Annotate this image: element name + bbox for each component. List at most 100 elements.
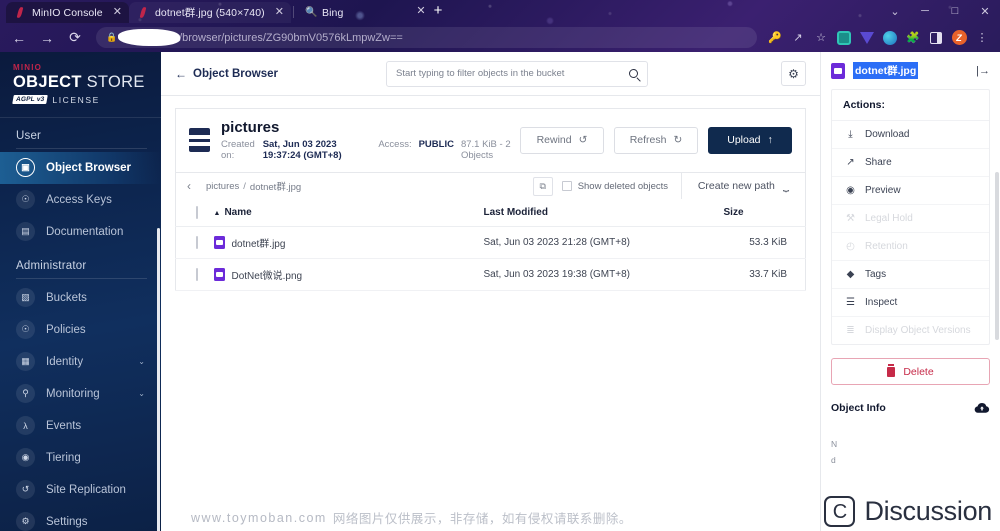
chevron-down-icon[interactable]: ⌄ [138,389,145,398]
discussion-badge-icon: C [824,496,856,527]
profile-chevron-icon[interactable]: ⌄ [880,5,910,18]
key-icon[interactable]: 🔑 [765,28,785,48]
search-input[interactable] [396,68,629,79]
details-scrollbar[interactable] [995,172,999,340]
sidebar-item-documentation[interactable]: ▤ Documentation [0,216,161,248]
checkbox-icon[interactable] [196,206,198,220]
filter-objects-field[interactable] [386,60,648,87]
bucket-meta: Created on: Sat, Jun 03 2023 19:37:24 (G… [221,139,520,161]
side-panel-icon[interactable] [926,28,946,48]
bookmark-star-icon[interactable]: ☆ [811,28,831,48]
table-row[interactable]: dotnet群.jpg Sat, Jun 03 2023 21:28 (GMT+… [175,226,806,260]
sidebar-item-site-replication[interactable]: ↺ Site Replication [0,474,161,506]
action-share[interactable]: ↗ Share [832,149,989,177]
share-icon[interactable]: ↗ [788,28,808,48]
sidebar-item-identity[interactable]: ▦ Identity ⌄ [0,346,161,378]
upload-button[interactable]: Upload ↑ [708,126,792,154]
collapse-panel-icon[interactable]: |→ [976,65,990,77]
bucket-icon [189,128,210,153]
close-icon[interactable]: ✕ [416,6,425,17]
maximize-button[interactable]: □ [940,5,970,17]
reload-icon[interactable]: ⟳ [62,26,88,50]
book-icon: ▤ [16,222,35,242]
bucket-title-block: pictures Created on: Sat, Jun 03 2023 19… [221,119,520,161]
checkbox-icon[interactable] [196,236,198,250]
forward-icon[interactable]: → [34,26,60,50]
object-info-line [831,422,990,437]
object-info-line: N [831,439,838,450]
sidebar-item-object-browser[interactable]: ▣ Object Browser [0,151,161,184]
file-icon [213,268,225,282]
chevron-down-icon[interactable]: ⌄ [138,357,145,366]
sidebar-item-tiering[interactable]: ◉ Tiering [0,442,161,474]
main-content: ← Object Browser ⚙ pictures [161,52,820,531]
create-new-path-button[interactable]: Create new path ⏟ [681,173,805,200]
rewind-button[interactable]: Rewind ↺ [520,126,604,154]
tab-minio-console[interactable]: MinIO Console ✕ [6,2,129,23]
breadcrumb-separator: / [243,180,246,192]
table-header-row: ▲ Name Last Modified Size [175,199,806,228]
divider [16,147,147,149]
bucket-actions: Rewind ↺ Refresh ↻ Upload ↑ [520,126,792,154]
copy-path-button[interactable]: ⧉ [532,176,553,196]
tab-strip: MinIO Console ✕ dotnet群.jpg (540×740) ✕ … [0,0,1000,23]
sidebar-item-policies[interactable]: ☉ Policies [0,314,161,346]
minimize-button[interactable]: ─ [910,5,940,17]
sidebar-item-buckets[interactable]: ▧ Buckets [0,282,161,314]
row-modified-cell: Sat, Jun 03 2023 21:28 (GMT+8) [483,226,724,260]
puzzle-icon[interactable]: 🧩 [903,28,923,48]
trash-icon [887,364,896,377]
row-name-cell[interactable]: DotNet微说.png [213,258,484,292]
delete-button[interactable]: Delete [831,358,990,385]
refresh-button[interactable]: Refresh ↻ [614,126,698,154]
sidebar-item-label: Identity [46,355,84,368]
action-download[interactable]: ⤓ Download [832,121,989,149]
sidebar-item-events[interactable]: λ Events [0,410,161,442]
column-header-modified[interactable]: Last Modified [483,199,724,228]
profile-avatar[interactable]: Z [949,28,969,48]
row-name-cell[interactable]: dotnet群.jpg [213,226,484,260]
key-icon: ☉ [16,190,35,210]
actions-title: Actions: [832,90,989,121]
chevron-left-icon[interactable]: ‹ [176,173,203,199]
new-tab-button[interactable]: + [434,3,443,20]
sidebar-scrollbar[interactable] [157,228,160,531]
checkbox-icon[interactable] [561,181,572,192]
details-header: dotnet群.jpg |→ [831,62,990,79]
table-row[interactable]: DotNet微说.png Sat, Jun 03 2023 19:38 (GMT… [175,258,806,292]
action-retention: ◴ Retention [832,233,989,261]
column-header-name[interactable]: ▲ Name [213,199,484,228]
kebab-menu-icon[interactable]: ⋮ [972,28,992,48]
extension-teal-icon[interactable] [834,28,854,48]
tab-dotnet-jpg[interactable]: dotnet群.jpg (540×740) ✕ [128,2,291,23]
back-icon[interactable]: ← [6,26,32,50]
column-header-size[interactable]: Size [723,199,806,228]
settings-button[interactable]: ⚙ [781,61,806,86]
address-bar[interactable]: 🔒 iotzzh.com/browser/pictures/ZG90bmV057… [96,27,757,48]
search-icon[interactable] [629,69,638,78]
breadcrumb-back[interactable]: ← Object Browser [175,67,278,81]
action-preview[interactable]: ◉ Preview [832,177,989,205]
created-label: Created on: [221,139,255,162]
objects-table: ▲ Name Last Modified Size dotnet群.jpg Sat… [175,199,806,292]
sidebar: MINIO OBJECT STORE AGPL v3 LICENSE User … [0,52,161,531]
sidebar-item-monitoring[interactable]: ⚲ Monitoring ⌄ [0,378,161,410]
close-icon[interactable]: ✕ [275,7,284,18]
tab-bing[interactable]: 🔍 Bing [296,2,350,23]
action-tags[interactable]: ◆ Tags [832,261,989,289]
sidebar-item-access-keys[interactable]: ☉ Access Keys [0,184,161,216]
breadcrumb-bucket[interactable]: pictures [206,181,239,192]
close-icon[interactable]: ✕ [113,7,122,18]
action-inspect[interactable]: ☰ Inspect [832,289,989,317]
extension-globe-icon[interactable] [880,28,900,48]
checkbox-icon[interactable] [196,268,198,282]
row-checkbox-cell[interactable] [175,226,214,260]
sidebar-item-settings[interactable]: ⚙ Settings [0,506,161,531]
row-checkbox-cell[interactable] [175,258,214,292]
close-window-button[interactable]: ✕ [970,5,1000,18]
show-deleted-toggle[interactable]: Show deleted objects [553,173,681,199]
select-all-header[interactable] [175,199,214,228]
row-size-cell: 33.7 KiB [723,258,806,292]
extension-v-icon[interactable] [857,28,877,48]
action-display-object-versions: ≣ Display Object Versions [832,317,989,344]
